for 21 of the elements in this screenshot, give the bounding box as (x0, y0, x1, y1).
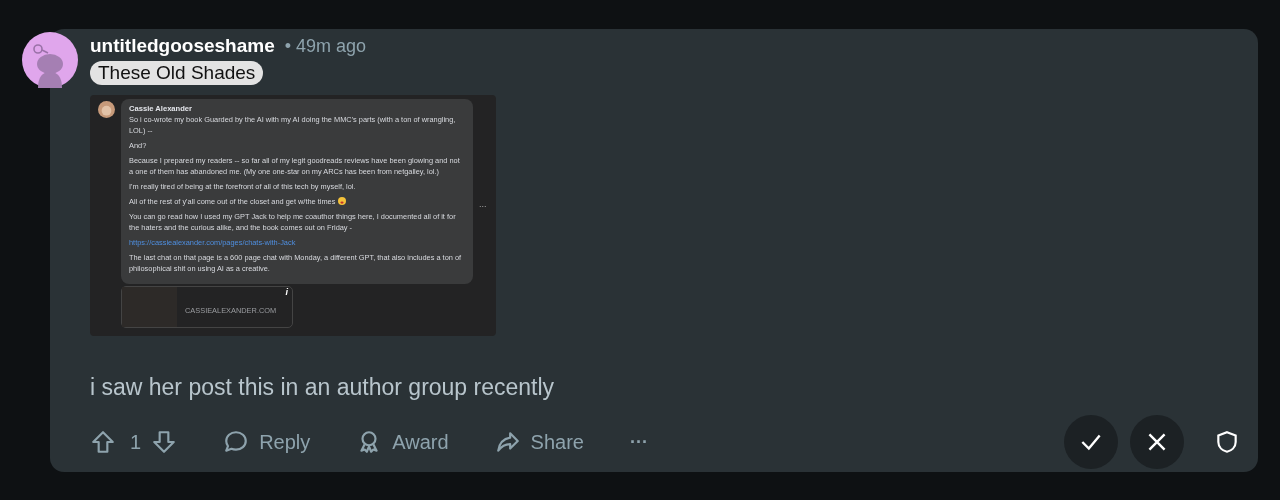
share-arrow-icon (494, 429, 521, 455)
upvote-icon[interactable] (90, 429, 116, 455)
timestamp: • 49m ago (284, 36, 367, 57)
user-flair: These Old Shades (90, 61, 264, 85)
more-button[interactable]: ··· (629, 431, 648, 453)
share-button[interactable]: Share (494, 429, 584, 455)
vote-count: 1 (130, 430, 142, 454)
approve-button[interactable] (1064, 415, 1118, 469)
reply-button[interactable]: Reply (223, 429, 311, 455)
remove-button[interactable] (1130, 415, 1184, 469)
profile-avatar-icon (98, 101, 115, 118)
comment-text: i saw her post this in an author group recently (90, 374, 555, 401)
info-icon[interactable]: i (285, 287, 288, 297)
username[interactable]: untitledgooseshame (90, 35, 275, 57)
speech-bubble-icon (223, 429, 250, 455)
downvote-icon[interactable] (151, 429, 178, 455)
embedded-screenshot[interactable] (90, 95, 496, 336)
more-options[interactable]: ... (479, 199, 487, 209)
award-button[interactable]: Award (356, 429, 449, 455)
shield-icon[interactable] (1214, 429, 1240, 455)
avatar-icon (22, 32, 78, 88)
